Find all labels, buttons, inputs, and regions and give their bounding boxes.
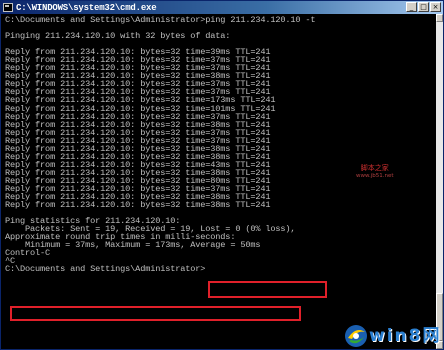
title-bar[interactable]: C:\WINDOWS\system32\cmd.exe _ □ ×	[1, 1, 443, 14]
watermark-site-url: www.jb51.net	[356, 173, 394, 179]
console-line: Minimum = 37ms, Maximum = 173ms, Average…	[5, 240, 261, 251]
cmd-window: C:\WINDOWS\system32\cmd.exe _ □ × C:\Doc…	[0, 0, 444, 350]
console-line: C:\Documents and Settings\Administrator>…	[5, 15, 316, 25]
scroll-up-button[interactable]	[436, 14, 443, 22]
close-button[interactable]: ×	[430, 2, 441, 12]
console-line: C:\Documents and Settings\Administrator>	[5, 264, 206, 275]
logo-brand-text: win8网	[369, 326, 442, 346]
window-controls: _ □ ×	[406, 2, 441, 12]
brand-logo: win8网	[343, 323, 443, 349]
rtt-highlight-box	[10, 306, 301, 321]
maximize-button[interactable]: □	[418, 2, 429, 12]
minimize-button[interactable]: _	[406, 2, 417, 12]
site-watermark: 脚本之家 www.jb51.net	[356, 164, 394, 180]
watermark-site-name: 脚本之家	[360, 164, 389, 172]
lost-highlight-box	[208, 281, 327, 298]
console-line: Control-C	[5, 248, 51, 259]
logo-swirl-icon	[345, 325, 367, 347]
window-title: C:\WINDOWS\system32\cmd.exe	[16, 2, 157, 13]
console-output[interactable]: C:\Documents and Settings\Administrator>…	[5, 16, 435, 349]
console-line: Reply from 211.234.120.10: bytes=32 time…	[5, 200, 271, 211]
vertical-scrollbar[interactable]	[436, 14, 443, 349]
cmd-icon[interactable]	[3, 3, 13, 12]
console-line: Pinging 211.234.120.10 with 32 bytes of …	[5, 31, 231, 42]
